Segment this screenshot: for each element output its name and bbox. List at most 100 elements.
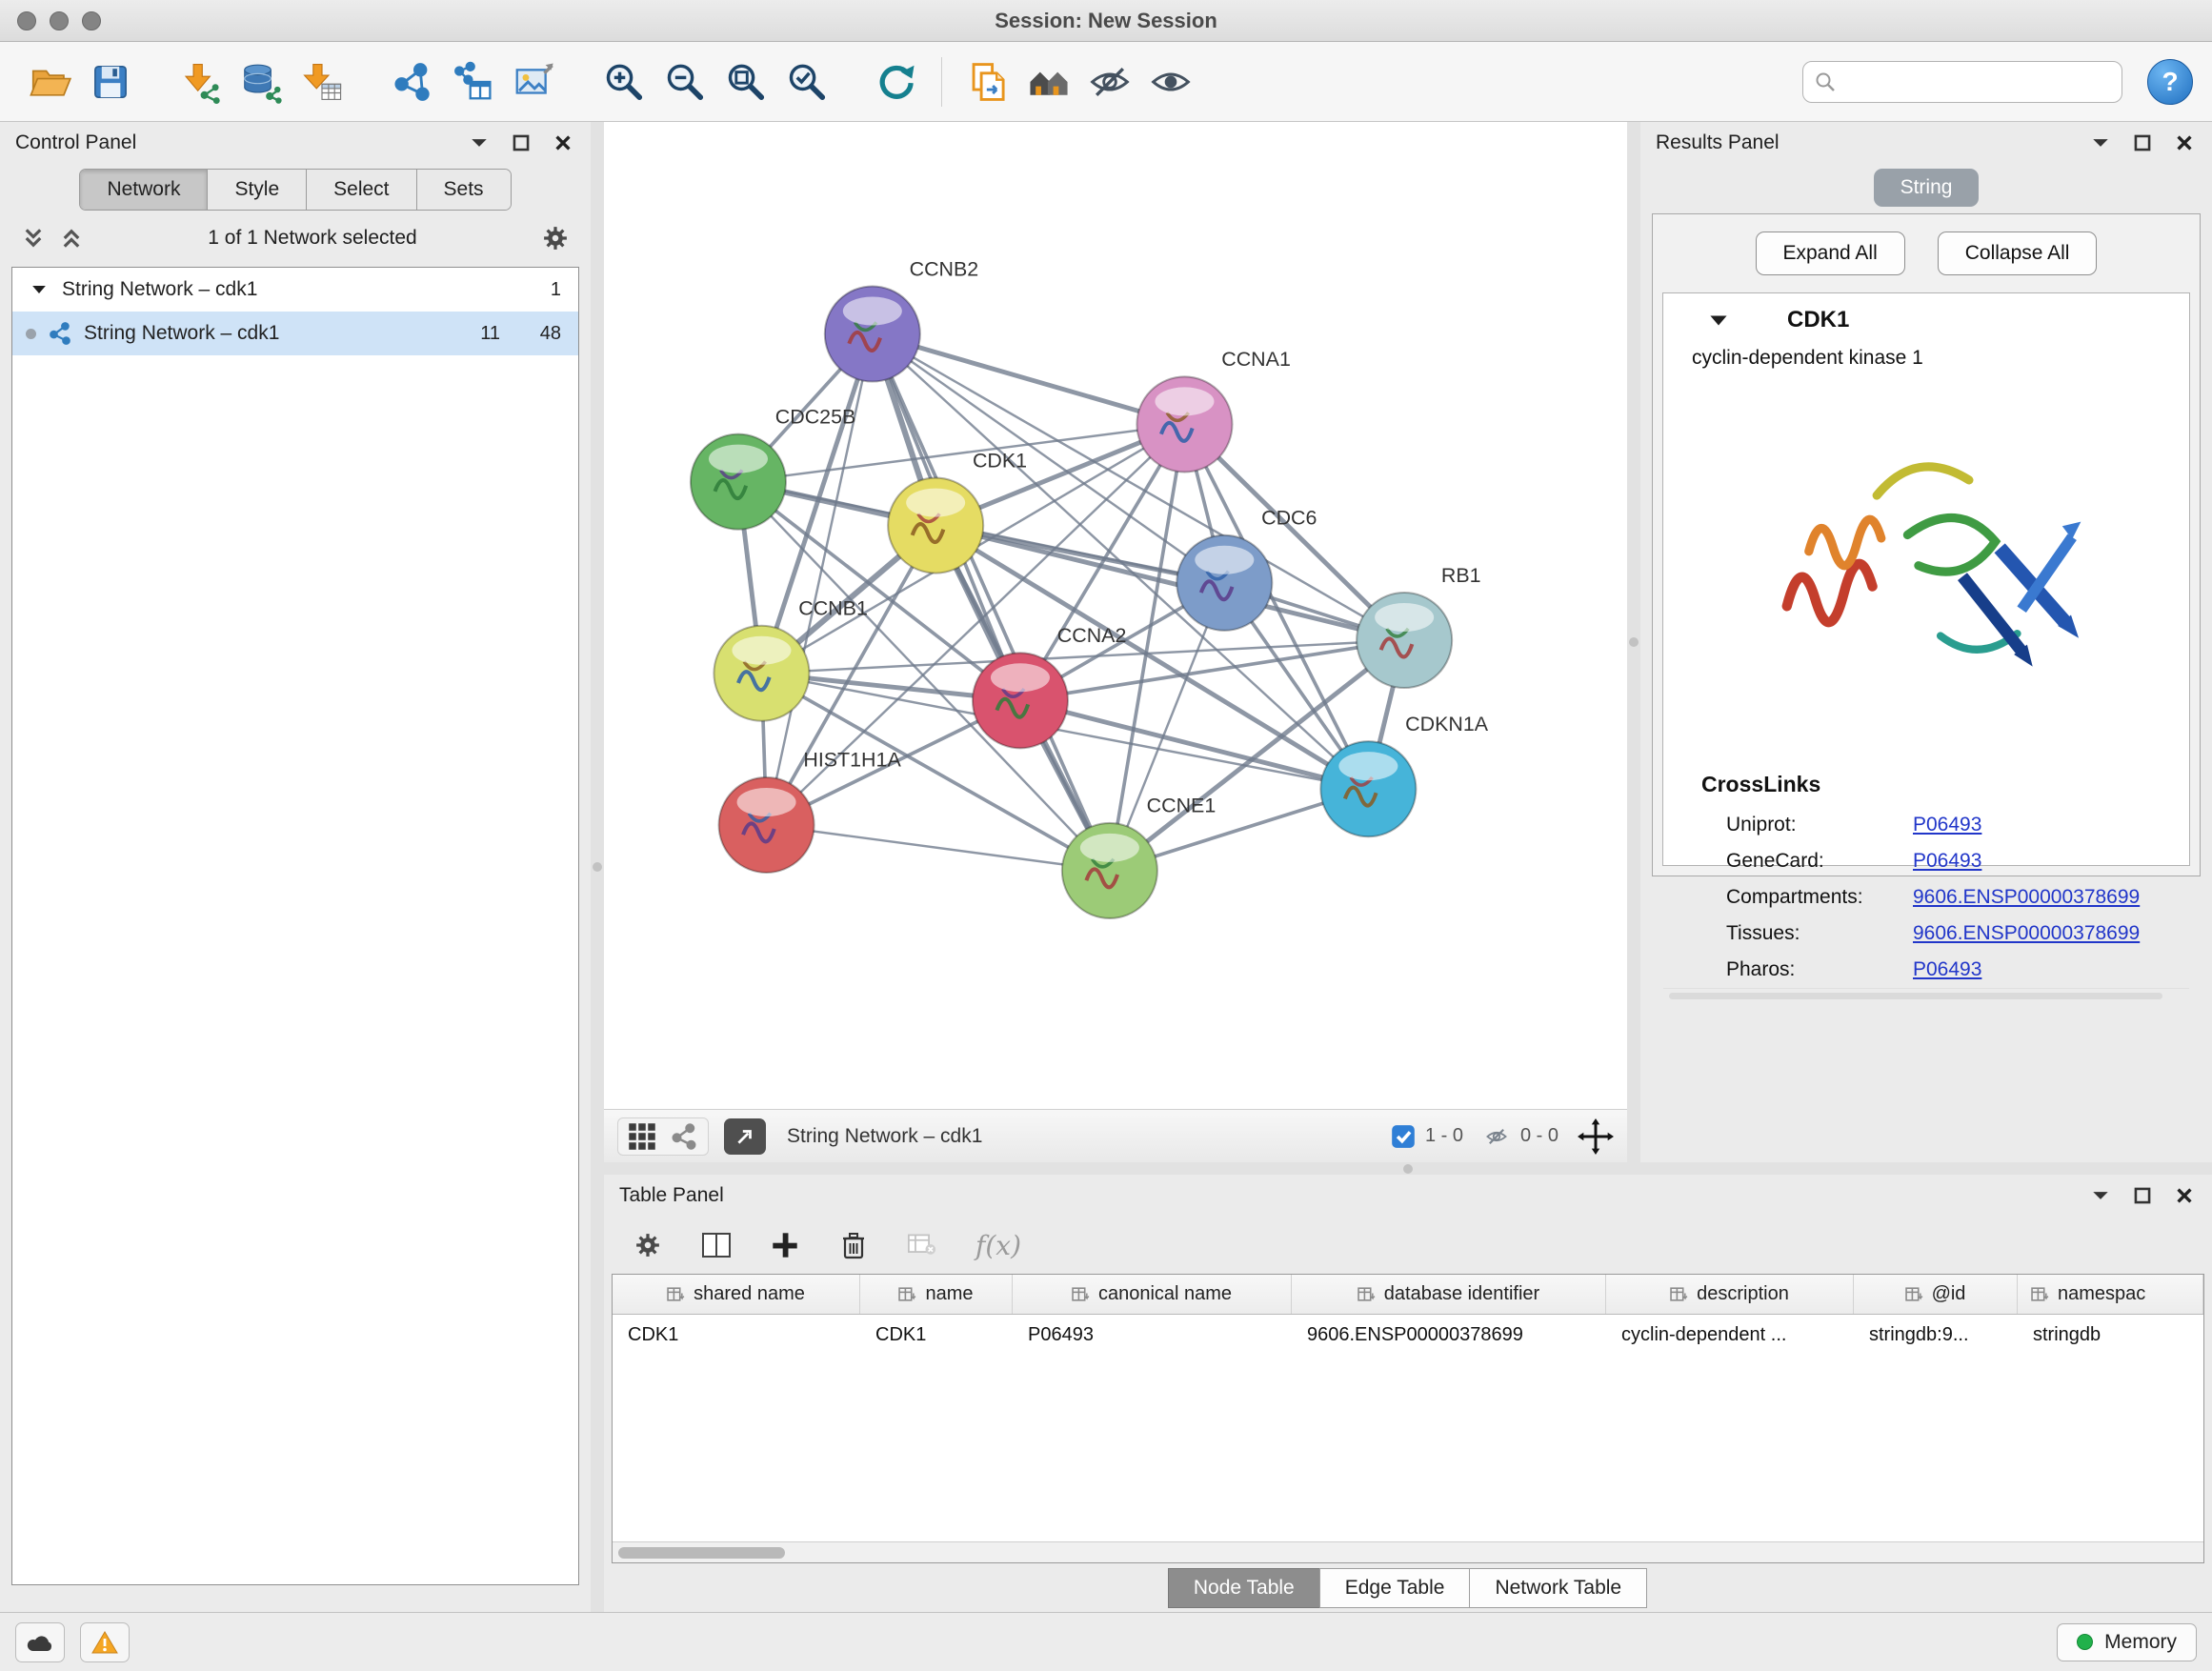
column-header-name[interactable]: name — [860, 1275, 1013, 1314]
create-column-button[interactable] — [770, 1230, 800, 1260]
expand-all-networks-icon[interactable] — [21, 226, 46, 251]
network-view-icon[interactable] — [670, 1122, 698, 1151]
network-edge[interactable] — [873, 334, 1110, 871]
open-session-button[interactable] — [19, 51, 80, 112]
splitter-handle[interactable] — [1629, 637, 1639, 647]
detach-view-button[interactable] — [724, 1118, 766, 1155]
table-options-button[interactable] — [633, 1230, 663, 1260]
cell-id[interactable]: stringdb:9... — [1854, 1324, 2018, 1346]
splitter-handle[interactable] — [1403, 1164, 1413, 1174]
delete-column-button[interactable] — [838, 1230, 869, 1260]
tab-node-table[interactable]: Node Table — [1168, 1568, 1320, 1608]
zoom-out-button[interactable] — [654, 51, 714, 112]
network-node[interactable]: RB1 — [1357, 564, 1480, 688]
cell-database-identifier[interactable]: 9606.ENSP00000378699 — [1292, 1324, 1606, 1346]
function-builder-button[interactable]: f(x) — [975, 1230, 1021, 1261]
collapse-entry-icon[interactable] — [1709, 314, 1728, 327]
scrollbar-thumb[interactable] — [618, 1547, 785, 1559]
panel-close-button[interactable] — [551, 131, 575, 155]
zoom-selected-button[interactable] — [775, 51, 836, 112]
new-network-button[interactable] — [381, 51, 442, 112]
first-neighbors-button[interactable] — [1018, 51, 1079, 112]
table-horizontal-scrollbar[interactable] — [613, 1541, 2203, 1562]
uniprot-link[interactable]: P06493 — [1913, 814, 1981, 836]
zoom-in-button[interactable] — [593, 51, 654, 112]
network-edge[interactable] — [935, 526, 1404, 640]
network-node[interactable]: CDKN1A — [1320, 713, 1488, 836]
compartments-link[interactable]: 9606.ENSP00000378699 — [1913, 886, 2140, 909]
refresh-view-button[interactable] — [865, 51, 926, 112]
collapse-all-button[interactable]: Collapse All — [1938, 232, 2098, 275]
network-edge[interactable] — [873, 334, 1185, 425]
network-node[interactable]: CCNB1 — [714, 596, 867, 720]
network-collection-row[interactable]: String Network – cdk1 1 — [12, 268, 578, 312]
pharos-link[interactable]: P06493 — [1913, 958, 1981, 981]
tissues-link[interactable]: 9606.ENSP00000378699 — [1913, 922, 2140, 945]
column-header-database-identifier[interactable]: database identifier — [1292, 1275, 1606, 1314]
search-input[interactable] — [1843, 70, 2110, 92]
panel-menu-button[interactable] — [467, 131, 492, 155]
search-field[interactable] — [1802, 61, 2122, 103]
panel-menu-button[interactable] — [2088, 1183, 2113, 1208]
show-all-button[interactable] — [1140, 51, 1201, 112]
network-options-gear-icon[interactable] — [541, 224, 570, 252]
splitter-handle[interactable] — [593, 862, 602, 872]
table-row[interactable]: CDK1 CDK1 P06493 9606.ENSP00000378699 cy… — [613, 1315, 2203, 1355]
panel-float-button[interactable] — [2130, 131, 2155, 155]
collapse-all-networks-icon[interactable] — [59, 226, 84, 251]
panel-menu-button[interactable] — [2088, 131, 2113, 155]
import-network-database-button[interactable] — [231, 51, 292, 112]
save-session-button[interactable] — [80, 51, 141, 112]
birds-eye-crosshair-icon[interactable] — [1578, 1118, 1614, 1155]
network-row-selected[interactable]: String Network – cdk1 11 48 — [12, 312, 578, 355]
import-table-button[interactable] — [292, 51, 352, 112]
column-header-canonical-name[interactable]: canonical name — [1013, 1275, 1292, 1314]
genecard-link[interactable]: P06493 — [1913, 850, 1981, 873]
network-node[interactable]: CDK1 — [888, 449, 1027, 573]
panel-float-button[interactable] — [2130, 1183, 2155, 1208]
zoom-fit-button[interactable] — [714, 51, 775, 112]
tab-network-table[interactable]: Network Table — [1469, 1568, 1647, 1608]
cell-description[interactable]: cyclin-dependent ... — [1606, 1324, 1854, 1346]
column-header-description[interactable]: description — [1606, 1275, 1854, 1314]
cell-name[interactable]: CDK1 — [860, 1324, 1013, 1346]
cell-canonical-name[interactable]: P06493 — [1013, 1324, 1292, 1346]
card-scrollbar[interactable] — [1663, 988, 2189, 1003]
hide-selected-button[interactable] — [1079, 51, 1140, 112]
panel-close-button[interactable] — [2172, 131, 2197, 155]
tab-string[interactable]: String — [1874, 169, 1980, 207]
cell-namespace[interactable]: stringdb — [2018, 1324, 2151, 1346]
memory-button[interactable]: Memory — [2057, 1623, 2197, 1661]
database-icon — [239, 60, 283, 104]
network-node[interactable]: CCNA1 — [1136, 348, 1290, 472]
tab-edge-table[interactable]: Edge Table — [1319, 1568, 1471, 1608]
show-columns-button[interactable] — [701, 1230, 732, 1260]
warnings-button[interactable] — [80, 1622, 130, 1662]
network-canvas[interactable]: CCNB2CCNA1CDC25BCDK1CDC6RB1CCNB1CCNA2CDK… — [604, 122, 1627, 1109]
horizontal-splitter[interactable] — [604, 1162, 2212, 1175]
network-edge[interactable] — [767, 825, 1110, 871]
network-node[interactable]: CCNB2 — [825, 257, 978, 381]
panel-close-button[interactable] — [2172, 1183, 2197, 1208]
panel-float-button[interactable] — [509, 131, 533, 155]
column-header-namespace[interactable]: namespac — [2018, 1275, 2203, 1314]
grid-view-icon[interactable] — [628, 1122, 656, 1151]
column-header-id[interactable]: @id — [1854, 1275, 2018, 1314]
cloud-status-button[interactable] — [15, 1622, 65, 1662]
copy-document-button[interactable] — [957, 51, 1018, 112]
cell-shared-name[interactable]: CDK1 — [613, 1324, 860, 1346]
column-header-shared-name[interactable]: shared name — [613, 1275, 860, 1314]
import-network-file-button[interactable] — [170, 51, 231, 112]
tab-style[interactable]: Style — [208, 170, 307, 210]
new-network-table-button[interactable] — [442, 51, 503, 112]
help-button[interactable]: ? — [2147, 59, 2193, 105]
tree-expand-icon[interactable] — [31, 284, 47, 295]
export-image-button[interactable] — [503, 51, 564, 112]
network-node[interactable]: HIST1H1A — [719, 749, 902, 873]
tab-select[interactable]: Select — [307, 170, 416, 210]
tab-sets[interactable]: Sets — [417, 170, 511, 210]
expand-all-button[interactable]: Expand All — [1756, 232, 1905, 275]
tab-network[interactable]: Network — [80, 170, 208, 210]
right-splitter[interactable] — [1627, 122, 1640, 1162]
left-splitter[interactable] — [591, 122, 604, 1612]
